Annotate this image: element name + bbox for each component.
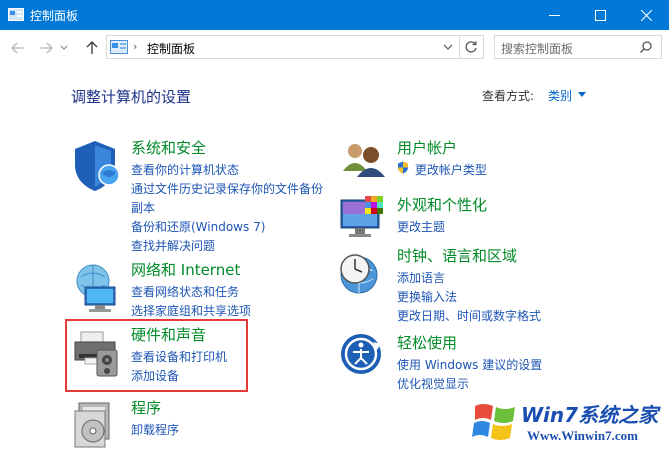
divider <box>459 36 460 58</box>
window-title: 控制面板 <box>30 9 79 23</box>
link-change-input-method[interactable]: 更换输入法 <box>397 288 541 307</box>
category-user-accounts: 用户帐户 更改帐户类型 <box>337 137 567 187</box>
link-file-history-backup-continued[interactable]: 副本 <box>131 199 323 218</box>
category-title[interactable]: 程序 <box>131 397 161 418</box>
category-system-security: 系统和安全 查看你的计算机状态 通过文件历史记录保存你的文件备份 副本 备份和还… <box>71 137 331 255</box>
arrow-right-icon <box>40 42 53 54</box>
watermark-url: Www.Winwin7.com <box>527 428 638 443</box>
refresh-icon[interactable] <box>463 39 479 55</box>
search-icon[interactable] <box>639 40 653 54</box>
link-recommended-settings[interactable]: 使用 Windows 建议的设置 <box>397 356 542 375</box>
maximize-button[interactable] <box>577 0 623 30</box>
arrow-left-icon <box>11 42 24 54</box>
category-title[interactable]: 用户帐户 <box>397 137 457 158</box>
clock-globe-icon <box>340 254 378 294</box>
category-title[interactable]: 时钟、语言和区域 <box>397 245 517 266</box>
page-title: 调整计算机的设置 <box>71 88 192 106</box>
link-change-account-type-label: 更改帐户类型 <box>414 163 487 177</box>
navigation-bar: › 控制面板 搜索控制面板 <box>0 30 669 66</box>
link-change-date-time-format[interactable]: 更改日期、时间或数字格式 <box>397 307 541 326</box>
maximize-icon <box>594 9 606 21</box>
shield-icon <box>75 141 120 191</box>
link-troubleshoot[interactable]: 查找并解决问题 <box>131 237 323 256</box>
address-dropdown-icon[interactable] <box>441 40 455 54</box>
category-title[interactable]: 网络和 Internet <box>131 259 240 280</box>
forward-button[interactable] <box>36 38 56 58</box>
back-button[interactable] <box>8 38 28 58</box>
minimize-icon <box>548 14 560 16</box>
link-change-theme[interactable]: 更改主题 <box>397 218 445 237</box>
recent-locations-button[interactable] <box>58 38 70 58</box>
windows-logo-icon <box>472 404 515 440</box>
control-panel-icon <box>8 8 24 21</box>
watermark-brand: Win7系统之家 <box>521 403 659 427</box>
ease-of-access-icon <box>341 334 381 374</box>
link-add-language[interactable]: 添加语言 <box>397 269 541 288</box>
link-file-history-backup[interactable]: 通过文件历史记录保存你的文件备份 <box>131 180 323 199</box>
close-button[interactable] <box>623 0 669 30</box>
caret-down-icon[interactable] <box>578 92 586 97</box>
control-panel-small-icon <box>110 40 128 54</box>
link-backup-restore[interactable]: 备份和还原(Windows 7) <box>131 218 323 237</box>
address-bar[interactable]: › 控制面板 <box>106 35 484 59</box>
search-placeholder: 搜索控制面板 <box>501 42 574 56</box>
category-programs: 程序 卸载程序 <box>71 397 271 452</box>
network-icon <box>76 264 116 312</box>
programs-icon <box>74 402 110 448</box>
arrow-up-icon <box>86 41 98 54</box>
chevron-down-icon <box>60 45 68 50</box>
category-appearance: 外观和个性化 更改主题 <box>337 194 567 244</box>
category-clock-language-region: 时钟、语言和区域 添加语言 更换输入法 更改日期、时间或数字格式 <box>337 245 567 323</box>
link-optimize-visual-display[interactable]: 优化视觉显示 <box>397 375 542 394</box>
link-view-computer-status[interactable]: 查看你的计算机状态 <box>131 161 323 180</box>
minimize-button[interactable] <box>531 0 577 30</box>
monitor-icon <box>340 196 383 237</box>
category-network-internet: 网络和 Internet 查看网络状态和任务 选择家庭组和共享选项 <box>71 259 331 319</box>
view-by-dropdown[interactable]: 类别 <box>548 87 572 104</box>
link-network-status[interactable]: 查看网络状态和任务 <box>131 283 251 302</box>
category-title[interactable]: 外观和个性化 <box>397 194 487 215</box>
search-box[interactable]: 搜索控制面板 <box>494 35 662 59</box>
uac-shield-icon <box>398 161 408 174</box>
category-title[interactable]: 系统和安全 <box>131 137 206 158</box>
category-ease-of-access: 轻松使用 使用 Windows 建议的设置 优化视觉显示 <box>337 332 567 391</box>
link-change-account-type[interactable]: 更改帐户类型 <box>397 161 487 180</box>
close-icon <box>640 9 652 21</box>
up-button[interactable] <box>82 38 102 58</box>
link-uninstall-program[interactable]: 卸载程序 <box>131 421 179 440</box>
highlight-box <box>65 319 248 392</box>
breadcrumb-separator: › <box>133 40 138 53</box>
breadcrumb-control-panel[interactable]: 控制面板 <box>147 40 195 57</box>
title-bar: 控制面板 <box>0 0 669 30</box>
users-icon <box>343 144 385 177</box>
view-by-label: 查看方式: <box>482 89 535 103</box>
category-title[interactable]: 轻松使用 <box>397 332 457 353</box>
watermark: Win7系统之家 Www.Winwin7.com <box>467 394 669 452</box>
